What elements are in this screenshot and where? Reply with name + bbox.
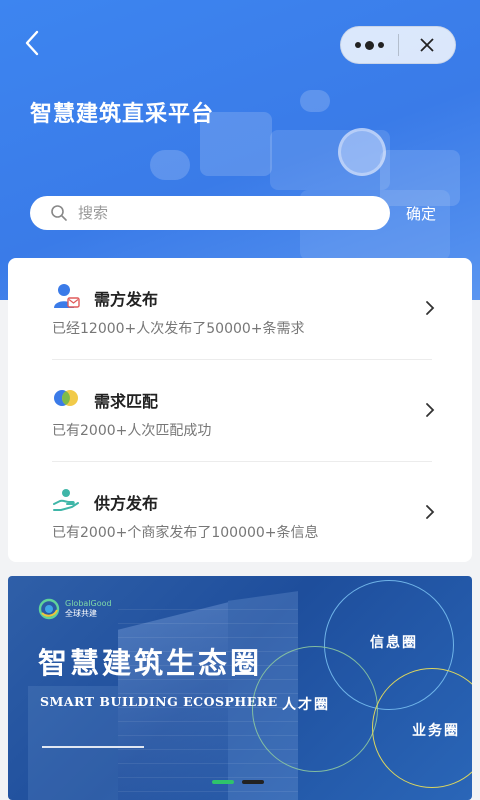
list-item-title: 需方发布 bbox=[94, 290, 159, 309]
list-item-supply-publish[interactable]: 供方发布 已有2000+个商家发布了100000+条信息 bbox=[52, 462, 435, 563]
search-icon bbox=[51, 205, 67, 221]
person-publish-icon bbox=[54, 284, 80, 308]
circle-label-talent: 人才圈 bbox=[282, 697, 330, 713]
deco-coin-icon bbox=[338, 128, 386, 176]
list-item-title: 供方发布 bbox=[94, 494, 159, 513]
close-icon bbox=[420, 38, 434, 52]
chevron-right-icon bbox=[426, 505, 435, 519]
list-item-desc: 已有2000+人次匹配成功 bbox=[52, 423, 212, 439]
brand-logo: GlobalGood 全球共建 bbox=[38, 598, 112, 620]
promo-banner[interactable]: GlobalGood 全球共建 智慧建筑生态圈 SMART BUILDING E… bbox=[8, 576, 472, 800]
more-dot bbox=[365, 40, 374, 50]
carousel-dot-active[interactable] bbox=[212, 780, 234, 784]
globe-logo-icon bbox=[38, 598, 60, 620]
circle-label-info: 信息圈 bbox=[370, 635, 418, 651]
search-bar[interactable] bbox=[30, 196, 390, 230]
logo-text-en: GlobalGood bbox=[65, 599, 112, 608]
list-item-desc: 已经12000+人次发布了50000+条需求 bbox=[52, 321, 305, 337]
chevron-right-icon bbox=[426, 403, 435, 417]
header-banner: 智慧建筑直采平台 确定 bbox=[0, 0, 480, 300]
feature-card: 需方发布 已经12000+人次发布了50000+条需求 需求匹配 已有2000+… bbox=[8, 258, 472, 562]
list-item-title: 需求匹配 bbox=[94, 392, 159, 411]
deco-cloud bbox=[150, 150, 190, 180]
match-circles-icon bbox=[54, 390, 78, 406]
confirm-button[interactable]: 确定 bbox=[406, 203, 436, 224]
more-dots-icon bbox=[355, 42, 361, 48]
banner-subtitle: SMART BUILDING ECOSPHERE bbox=[40, 694, 278, 709]
chevron-right-icon bbox=[426, 301, 435, 315]
carousel-indicator bbox=[212, 780, 272, 784]
chevron-left-icon bbox=[25, 30, 39, 56]
list-item-demand-publish[interactable]: 需方发布 已经12000+人次发布了50000+条需求 bbox=[52, 258, 435, 359]
more-dot bbox=[378, 42, 384, 48]
back-button[interactable] bbox=[18, 26, 48, 60]
logo-text-cn: 全球共建 bbox=[65, 609, 97, 618]
page-title: 智慧建筑直采平台 bbox=[30, 102, 215, 127]
hand-supply-icon bbox=[53, 489, 79, 511]
mini-program-capsule bbox=[340, 26, 456, 64]
search-input[interactable] bbox=[78, 204, 378, 222]
close-button[interactable] bbox=[399, 27, 455, 63]
list-item-desc: 已有2000+个商家发布了100000+条信息 bbox=[52, 525, 319, 541]
list-item-demand-match[interactable]: 需求匹配 已有2000+人次匹配成功 bbox=[52, 360, 435, 461]
deco-cloud bbox=[300, 90, 330, 112]
circle-label-business: 业务圈 bbox=[412, 723, 460, 739]
banner-underline bbox=[42, 746, 144, 748]
carousel-dot[interactable] bbox=[242, 780, 264, 784]
banner-title: 智慧建筑生态圈 bbox=[38, 646, 263, 680]
more-button[interactable] bbox=[341, 27, 398, 63]
